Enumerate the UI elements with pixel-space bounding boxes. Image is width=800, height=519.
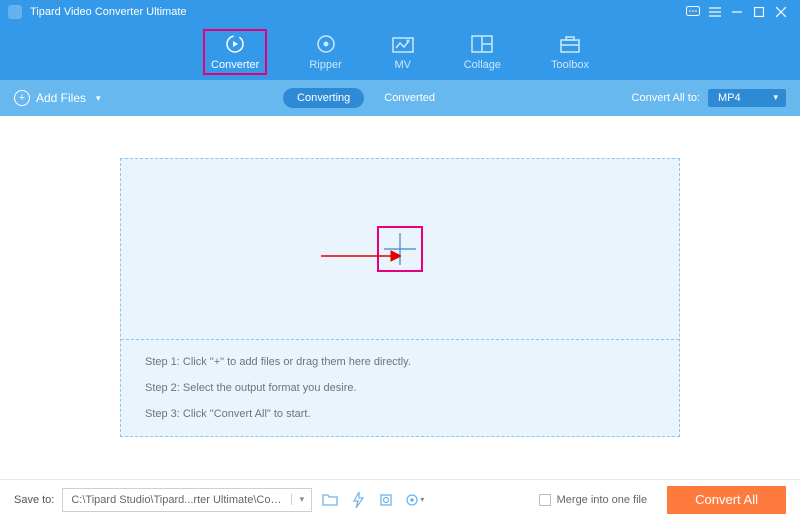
step-text: Step 3: Click "Convert All" to start. bbox=[145, 408, 655, 420]
convert-all-button[interactable]: Convert All bbox=[667, 486, 786, 514]
sub-toolbar: + Add Files ▾ Converting Converted Conve… bbox=[0, 80, 800, 116]
converter-icon bbox=[224, 33, 246, 55]
tab-label: Ripper bbox=[309, 59, 341, 71]
footer-bar: Save to: C:\Tipard Studio\Tipard...rter … bbox=[0, 479, 800, 519]
tab-label: Collage bbox=[464, 59, 501, 71]
merge-label: Merge into one file bbox=[557, 494, 648, 506]
plus-icon: + bbox=[14, 90, 30, 106]
toolbox-icon bbox=[559, 33, 581, 55]
convert-all-to-label: Convert All to: bbox=[632, 92, 700, 104]
titlebar: Tipard Video Converter Ultimate bbox=[0, 0, 800, 24]
tab-collage[interactable]: Collage bbox=[458, 31, 507, 73]
gpu-icon[interactable] bbox=[376, 490, 396, 510]
open-folder-icon[interactable] bbox=[320, 490, 340, 510]
minimize-button[interactable] bbox=[726, 1, 748, 23]
collage-icon bbox=[471, 33, 493, 55]
app-title: Tipard Video Converter Ultimate bbox=[30, 6, 682, 18]
drop-zone[interactable]: Step 1: Click "+" to add files or drag t… bbox=[120, 158, 680, 437]
main-tabs: Converter Ripper MV Collage Toolbox bbox=[0, 24, 800, 80]
output-path: C:\Tipard Studio\Tipard...rter Ultimate\… bbox=[63, 494, 291, 506]
feedback-icon[interactable] bbox=[682, 1, 704, 23]
hw-accel-icon[interactable] bbox=[348, 490, 368, 510]
output-format-select[interactable]: MP4 bbox=[708, 89, 786, 107]
tab-label: MV bbox=[394, 59, 411, 71]
tab-mv[interactable]: MV bbox=[386, 31, 420, 73]
add-files-label: Add Files bbox=[36, 91, 86, 105]
step-text: Step 2: Select the output format you des… bbox=[145, 382, 655, 394]
app-logo-icon bbox=[8, 5, 22, 19]
tab-ripper[interactable]: Ripper bbox=[303, 31, 347, 73]
mv-icon bbox=[392, 33, 414, 55]
tab-converter[interactable]: Converter bbox=[205, 31, 265, 73]
format-value: MP4 bbox=[718, 92, 741, 104]
add-files-button[interactable]: + Add Files ▾ bbox=[14, 90, 101, 106]
tab-label: Converter bbox=[211, 59, 259, 71]
output-path-box: C:\Tipard Studio\Tipard...rter Ultimate\… bbox=[62, 488, 312, 512]
tab-converted[interactable]: Converted bbox=[370, 88, 449, 108]
path-dropdown-button[interactable]: ▾ bbox=[291, 494, 311, 505]
step-text: Step 1: Click "+" to add files or drag t… bbox=[145, 356, 655, 368]
annotation-arrow-icon bbox=[321, 249, 401, 267]
menu-icon[interactable] bbox=[704, 1, 726, 23]
close-button[interactable] bbox=[770, 1, 792, 23]
save-to-label: Save to: bbox=[14, 494, 54, 506]
ripper-icon bbox=[315, 33, 337, 55]
checkbox-icon bbox=[539, 494, 551, 506]
tab-label: Toolbox bbox=[551, 59, 589, 71]
content-area: Step 1: Click "+" to add files or drag t… bbox=[0, 116, 800, 479]
settings-icon[interactable]: ▾ bbox=[404, 490, 424, 510]
merge-checkbox[interactable]: Merge into one file bbox=[539, 494, 648, 506]
tab-toolbox[interactable]: Toolbox bbox=[545, 31, 595, 73]
tab-converting[interactable]: Converting bbox=[283, 88, 364, 108]
instructions: Step 1: Click "+" to add files or drag t… bbox=[121, 340, 679, 436]
maximize-button[interactable] bbox=[748, 1, 770, 23]
